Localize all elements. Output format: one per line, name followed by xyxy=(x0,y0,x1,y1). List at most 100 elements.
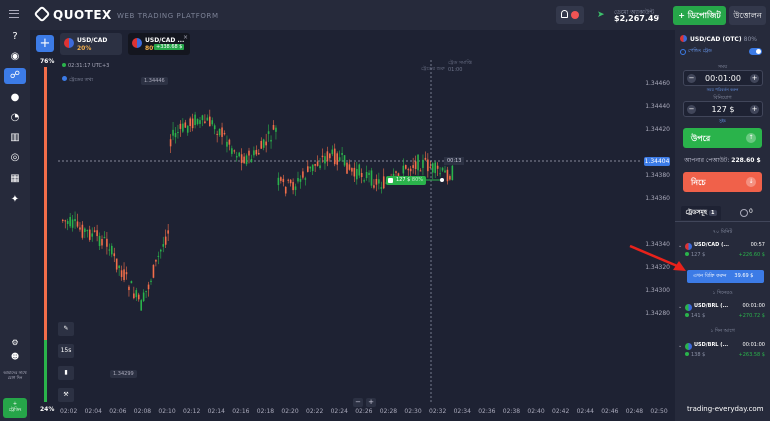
candle-body xyxy=(267,131,270,134)
candle-body xyxy=(228,139,231,145)
close-icon[interactable]: × xyxy=(183,34,188,41)
tab-trades[interactable]: ট্রেডসমূহ 1 xyxy=(681,206,721,220)
logo-icon xyxy=(33,5,51,23)
panel-asset-name: USD/CAD (OTC) xyxy=(690,36,742,43)
panel-asset[interactable]: USD/CAD (OTC) 80% xyxy=(680,34,757,43)
deposit-button[interactable]: + ডিপোজিট xyxy=(673,6,726,25)
candle-body xyxy=(184,122,187,128)
gift-icon[interactable]: ✦ xyxy=(8,193,22,207)
candle-body xyxy=(417,154,419,171)
candle-body xyxy=(307,166,309,172)
minus-icon[interactable]: − xyxy=(687,74,696,83)
candle-body xyxy=(79,227,81,230)
candle-body xyxy=(137,294,140,300)
pending-trade-toggle[interactable] xyxy=(749,48,762,55)
add-asset-button[interactable]: + xyxy=(36,35,54,52)
closed-trades-count: 0 xyxy=(749,208,753,215)
settings-icon[interactable]: ⚙ xyxy=(8,336,22,350)
notifications-button[interactable] xyxy=(556,6,584,24)
down-button[interactable]: নিচে ↓ xyxy=(683,172,762,192)
time-tick: 02:18 xyxy=(256,408,275,415)
trade-tag-amount: 127 $ xyxy=(396,177,411,183)
chevron-down-icon: ⌄ xyxy=(654,10,661,19)
trade-row[interactable]: ⌄ USD/CAD (... 00:57 127 $ +226.60 $ xyxy=(678,241,767,263)
candle-body xyxy=(265,141,267,146)
amount-value[interactable]: 127 $ xyxy=(698,105,748,114)
amount-stepper[interactable]: − 127 $ + xyxy=(683,101,763,117)
trade-info-toggle[interactable]: ট্রেডের তথ্য xyxy=(62,76,93,85)
open-trade-tag[interactable]: 127 $ 80% xyxy=(386,176,427,185)
time-switch-link[interactable]: সময় পরিবর্তন করুন xyxy=(675,87,770,94)
candle-body xyxy=(348,164,351,170)
candle-body xyxy=(336,153,338,165)
sell-now-button[interactable]: এখন বিক্রি করুন 39.69 $ xyxy=(687,270,764,283)
amount-switch-link[interactable]: সুইচ xyxy=(675,118,770,125)
help-icon[interactable]: ? xyxy=(8,30,22,44)
candle-countdown: 00:13 xyxy=(444,157,465,165)
candle-body xyxy=(106,238,108,247)
candle-body xyxy=(128,286,130,291)
up-button[interactable]: উপরে ↑ xyxy=(683,128,762,148)
trophy-icon[interactable]: ▥ xyxy=(8,131,22,145)
user-avatar-icon[interactable]: ☻ xyxy=(8,350,22,364)
chart-icon[interactable]: ☍ xyxy=(4,68,26,84)
live-trading-button[interactable]: + ট্রেডিং xyxy=(3,398,27,418)
account-switcher[interactable]: ➤ ডেমো অ্যাকাউন্ট $2,267.49 ⌄ xyxy=(594,6,666,26)
candlestick-chart[interactable] xyxy=(30,30,675,421)
indicators-button[interactable]: ⚒ xyxy=(58,388,74,402)
candle-body xyxy=(356,168,358,180)
trade-asset: USD/CAD (... xyxy=(694,242,730,248)
draw-tool-button[interactable]: ✎ xyxy=(58,322,74,336)
candle-body xyxy=(142,292,145,302)
withdraw-button[interactable]: উত্তোলন xyxy=(729,6,766,25)
time-tick: 02:12 xyxy=(183,408,201,415)
time-tick: 02:48 xyxy=(625,408,644,415)
flag-icon xyxy=(685,343,692,350)
panel-asset-pct: 80% xyxy=(743,36,757,43)
candle-body xyxy=(140,300,142,311)
trade-amount: 127 $ xyxy=(685,252,705,258)
payout-info: আপনার পেআউট: 228.60 $ xyxy=(675,155,770,166)
payout-label: আপনার পেআউট: xyxy=(684,157,730,164)
pending-trade-label[interactable]: পেন্ডিং ট্রেড xyxy=(688,48,712,56)
section-yesterday: ১ দিন আগে xyxy=(710,328,735,334)
time-tick: 02:40 xyxy=(527,408,545,415)
candle-body xyxy=(302,171,304,178)
time-value[interactable]: 00:01:00 xyxy=(698,74,748,83)
time-tick: 02:20 xyxy=(281,408,299,415)
candle-body xyxy=(338,157,341,162)
plus-icon[interactable]: + xyxy=(750,105,759,114)
sell-value: 39.69 $ xyxy=(734,273,754,279)
flag-icon xyxy=(132,38,142,48)
plus-icon[interactable]: + xyxy=(750,74,759,83)
asset-tab[interactable]: USD/CAD 20% xyxy=(60,33,122,55)
analytics-icon[interactable]: ▦ xyxy=(8,172,22,186)
candle-body xyxy=(402,165,405,174)
asset-tab-active[interactable]: USD/CAD ... 80% +338.68 $ × xyxy=(128,33,190,55)
low-price-marker: 1.34299 xyxy=(110,370,137,378)
minus-icon[interactable]: − xyxy=(687,105,696,114)
timeframe-button[interactable]: 15s xyxy=(58,344,74,358)
trade-info-label: ট্রেডের তথ্য xyxy=(69,77,94,83)
join-us-label[interactable]: আমাদের সাথে যোগ দিন xyxy=(2,370,28,380)
pie-icon[interactable]: ◔ xyxy=(8,111,22,125)
expiry-time: 01:00 xyxy=(448,67,463,73)
candle-body xyxy=(262,139,265,148)
trade-row[interactable]: ⌄ USD/BRL (... 00:01:00 141 $ +270.72 $ xyxy=(678,302,767,324)
candle-body xyxy=(160,249,162,252)
signal-icon[interactable]: ◎ xyxy=(8,151,22,165)
menu-icon[interactable] xyxy=(9,10,19,18)
chart-type-button[interactable]: ▮ xyxy=(58,366,74,380)
candle-body xyxy=(216,133,218,135)
user-icon[interactable]: ● xyxy=(8,91,22,105)
time-tick: 02:08 xyxy=(133,408,152,415)
history-clock-icon[interactable] xyxy=(740,209,748,217)
time-stepper[interactable]: − 00:01:00 + xyxy=(683,70,763,86)
candle-body xyxy=(282,178,285,183)
candle-body xyxy=(250,159,253,163)
profile-icon[interactable]: ◉ xyxy=(8,50,22,64)
candle-body xyxy=(292,182,294,191)
trade-row[interactable]: ⌄ USD/BRL (... 00:01:00 138 $ +263.58 $ xyxy=(678,341,767,363)
chart-area[interactable]: 76% 24% + USD/CAD 20% USD/CAD ... 80% +3… xyxy=(30,30,675,421)
candle-body xyxy=(284,186,287,194)
